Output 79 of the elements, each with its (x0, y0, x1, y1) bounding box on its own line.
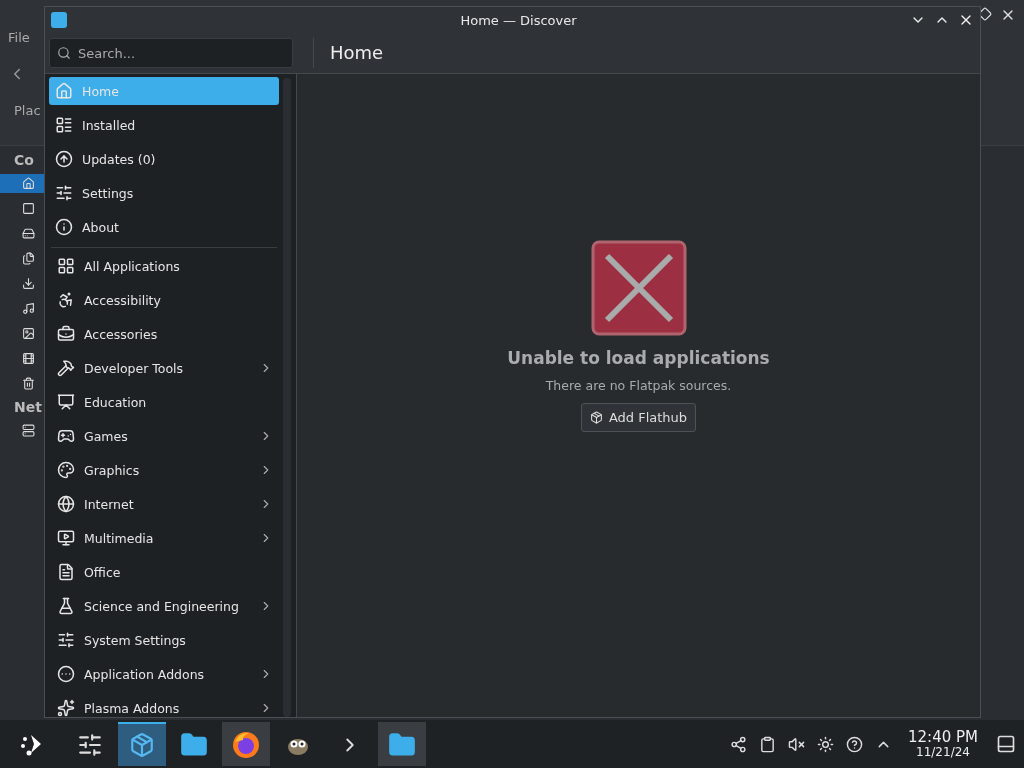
browser-app-button[interactable] (222, 722, 270, 766)
clock-date: 11/21/24 (916, 746, 970, 759)
category-icon (57, 563, 75, 581)
brightness-icon[interactable] (817, 735, 834, 753)
category-item[interactable]: Science and Engineering (49, 592, 279, 620)
error-message: There are no Flatpak sources. (545, 377, 732, 393)
search-field[interactable]: Search... (49, 38, 293, 68)
clock-time: 12:40 PM (908, 729, 978, 746)
category-item[interactable]: Developer Tools (49, 354, 279, 382)
place-icon[interactable] (22, 424, 35, 437)
nav-icon (55, 218, 73, 236)
category-icon (57, 325, 75, 343)
scrollbar[interactable] (283, 78, 291, 717)
package-icon (589, 410, 603, 424)
clipboard-icon[interactable] (759, 735, 776, 753)
files-app-button[interactable] (378, 722, 426, 766)
place-icon[interactable] (22, 377, 35, 390)
category-icon (57, 631, 75, 649)
category-item[interactable]: Accessibility (49, 286, 279, 314)
place-icon[interactable] (22, 277, 35, 290)
window-title: Home — Discover (459, 12, 578, 28)
place-icon[interactable] (22, 327, 35, 340)
app-icon (51, 12, 67, 28)
places-label: Plac (14, 103, 41, 118)
folder-icon (388, 731, 416, 759)
nav-item[interactable]: About (49, 213, 279, 241)
category-icon (57, 257, 75, 275)
clock[interactable]: 12:40 PM 11/21/24 (908, 729, 978, 759)
category-icon (57, 495, 75, 513)
category-icon (57, 393, 75, 411)
category-icon (57, 665, 75, 683)
help-icon[interactable] (846, 735, 863, 753)
category-item[interactable]: Plasma Addons (49, 694, 279, 717)
nav-item[interactable]: Settings (49, 179, 279, 207)
sliders-icon (77, 732, 103, 758)
category-item[interactable]: Office (49, 558, 279, 586)
nav-item[interactable]: Installed (49, 111, 279, 139)
place-icon[interactable] (22, 252, 35, 265)
folder-icon (180, 731, 208, 759)
add-flathub-button[interactable]: Add Flathub (580, 402, 697, 432)
category-icon (57, 597, 75, 615)
nav-icon (55, 82, 73, 100)
category-icon (57, 291, 75, 309)
error-title: Unable to load applications (507, 347, 770, 368)
category-item[interactable]: Application Addons (49, 660, 279, 688)
place-icon[interactable] (22, 352, 35, 365)
bag-icon (129, 732, 155, 758)
firefox-icon (231, 730, 261, 760)
nav-icon (55, 184, 73, 202)
menu-item[interactable]: File (8, 30, 30, 45)
category-icon (57, 461, 75, 479)
place-icon[interactable] (22, 202, 35, 215)
category-item[interactable]: Internet (49, 490, 279, 518)
category-item[interactable]: All Applications (49, 252, 279, 280)
category-icon (57, 359, 75, 377)
diamond-icon[interactable] (978, 7, 992, 21)
category-item[interactable]: Games (49, 422, 279, 450)
category-item[interactable]: Graphics (49, 456, 279, 484)
category-item[interactable]: Multimedia (49, 524, 279, 552)
category-item[interactable]: Education (49, 388, 279, 416)
category-icon (57, 529, 75, 547)
section-heading: Net (14, 399, 42, 415)
place-item[interactable] (0, 174, 44, 193)
place-icon[interactable] (22, 227, 35, 240)
section-heading: Co (14, 152, 34, 168)
error-icon (590, 239, 687, 336)
category-icon (57, 699, 75, 717)
nav-icon (55, 116, 73, 134)
mute-icon[interactable] (788, 735, 805, 753)
page-title: Home (313, 38, 384, 68)
search-icon (57, 46, 71, 60)
share-icon[interactable] (730, 735, 747, 753)
category-icon (57, 427, 75, 445)
category-item[interactable]: Accessories (49, 320, 279, 348)
category-item[interactable]: System Settings (49, 626, 279, 654)
show-desktop-icon[interactable] (996, 734, 1016, 754)
nav-item[interactable]: Updates (0) (49, 145, 279, 173)
nav-icon (55, 150, 73, 168)
place-icon[interactable] (22, 302, 35, 315)
